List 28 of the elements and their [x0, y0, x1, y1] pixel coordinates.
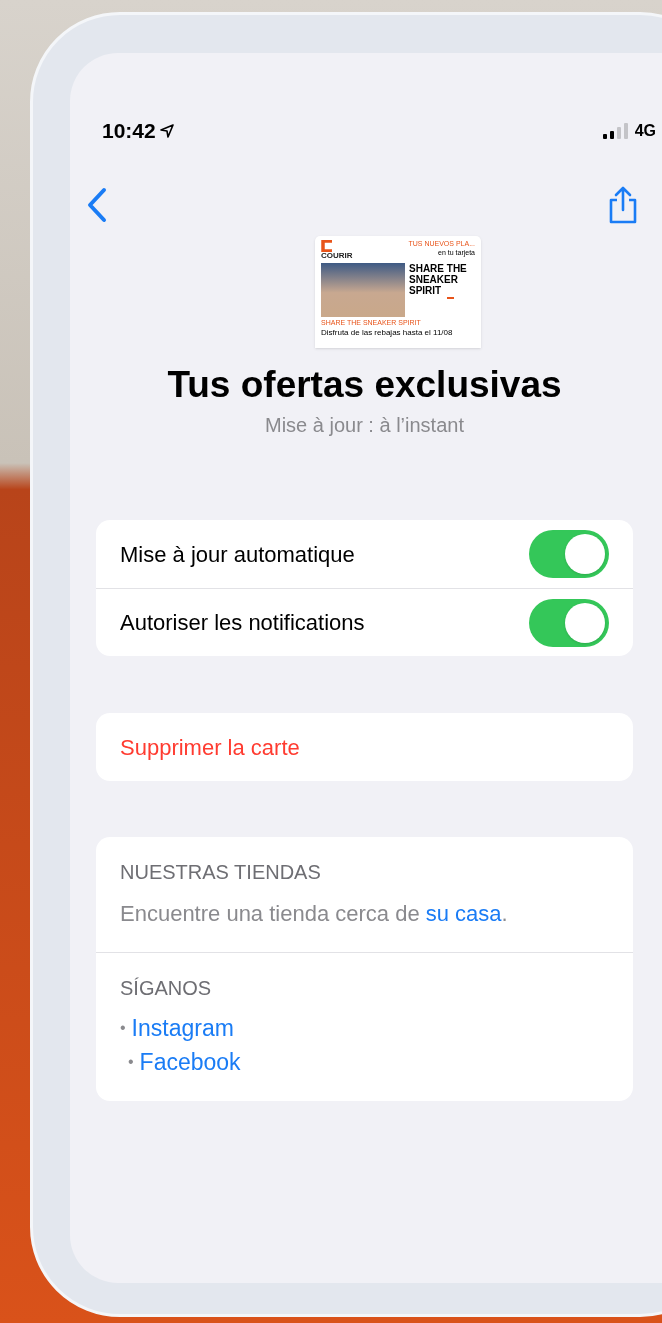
secondary-value: Disfruta de las rebajas hasta el 11/08: [321, 327, 454, 338]
last-updated-text: Mise à jour : à l’instant: [264, 413, 465, 438]
brand-logo-icon: [321, 240, 333, 252]
clock-time: 10:42: [102, 118, 156, 145]
store-text: Encuentre una tienda cerca de: [120, 900, 420, 928]
signal-icon: [602, 123, 629, 139]
section-heading: NUESTRAS TIENDAS: [120, 860, 322, 885]
brand-name: COURIR: [321, 252, 353, 260]
toggle-switch[interactable]: [529, 530, 609, 578]
setting-label: Mise à jour automatique: [120, 540, 355, 569]
headline-underline: [447, 297, 454, 299]
chevron-left-icon: [86, 187, 108, 223]
delete-pass-button[interactable]: Supprimer la carte: [120, 730, 300, 764]
share-icon: [607, 186, 639, 224]
section-heading: SÍGANOS: [120, 976, 213, 1001]
network-label: 4G: [634, 121, 656, 141]
pass-headline: SHARE THE SNEAKER SPIRIT: [409, 263, 468, 296]
toggle-switch[interactable]: [529, 598, 609, 647]
location-arrow-icon: [159, 124, 174, 138]
bullet-mark: •: [128, 1052, 134, 1072]
social-link[interactable]: Facebook: [139, 1044, 241, 1080]
share-button[interactable]: [607, 186, 639, 224]
pass-title: Tus ofertas exclusivas: [166, 363, 563, 407]
setting-label: Autoriser les notifications: [120, 609, 365, 637]
social-link[interactable]: Instagram: [131, 1010, 234, 1046]
period-text: .: [501, 900, 508, 928]
bullet-mark: •: [120, 1018, 126, 1038]
store-link[interactable]: su casa: [425, 897, 502, 930]
